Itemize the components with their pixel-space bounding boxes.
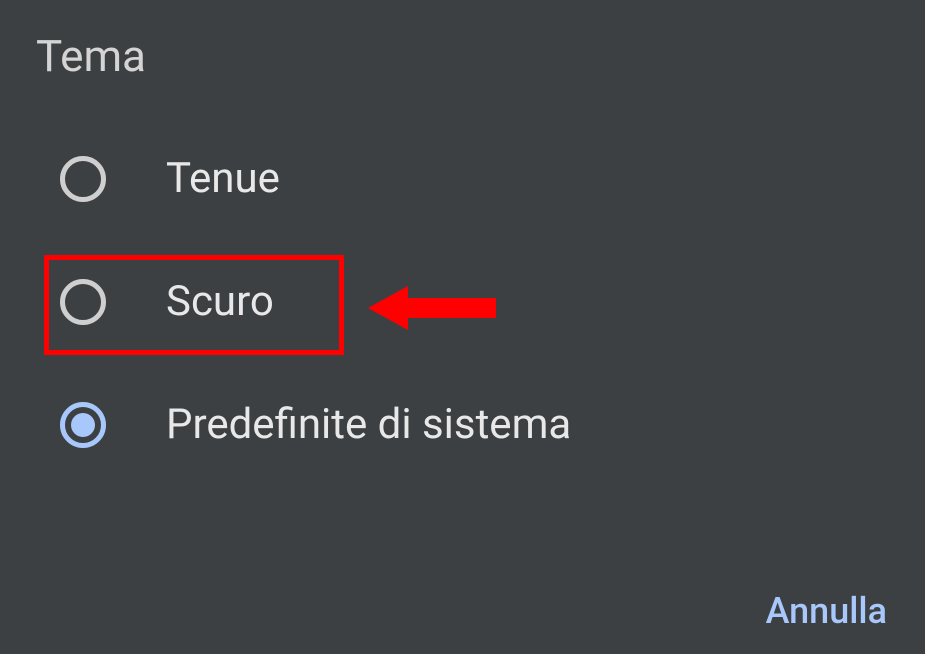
radio-checked-icon (60, 402, 106, 448)
radio-label: Scuro (166, 277, 274, 326)
radio-unchecked-icon (60, 279, 106, 325)
cancel-button[interactable]: Annulla (766, 590, 887, 632)
radio-option-scuro[interactable]: Scuro (0, 255, 925, 348)
radio-label: Predefinite di sistema (166, 400, 571, 449)
radio-group: Tenue Scuro Predefinite di sistema (0, 82, 925, 471)
radio-unchecked-icon (60, 156, 106, 202)
radio-option-predefinite[interactable]: Predefinite di sistema (0, 378, 925, 471)
radio-option-tenue[interactable]: Tenue (0, 132, 925, 225)
dialog-title: Tema (0, 0, 925, 82)
radio-inner-dot (71, 413, 95, 437)
radio-label: Tenue (166, 154, 280, 203)
